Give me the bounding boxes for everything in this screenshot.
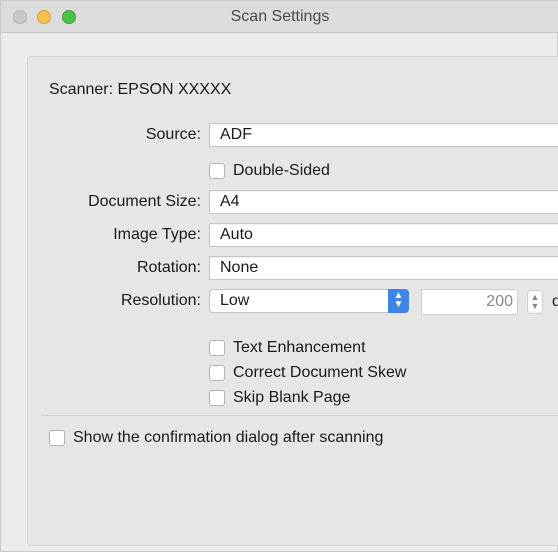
image-type-select[interactable]: Auto (209, 223, 558, 247)
resolution-value: Low (220, 292, 250, 309)
scan-settings-window: Scan Settings Scanner: EPSON XXXXX Sourc… (0, 0, 558, 552)
document-size-label: Document Size: (88, 193, 201, 210)
skip-blank-page-checkbox[interactable] (209, 390, 225, 406)
rotation-select[interactable]: None (209, 256, 558, 280)
document-size-select[interactable]: A4 (209, 190, 558, 214)
correct-document-skew-label: Correct Document Skew (233, 364, 407, 381)
divider (41, 415, 558, 416)
skip-blank-page-label: Skip Blank Page (233, 389, 351, 406)
text-enhancement-checkbox[interactable] (209, 340, 225, 356)
resolution-label: Resolution: (120, 292, 201, 309)
resolution-select[interactable]: Low ▲ ▼ (209, 289, 409, 313)
rotation-label: Rotation: (136, 259, 201, 276)
chevron-up-down-icon: ▲ ▼ (388, 289, 409, 313)
window-title: Scan Settings (230, 8, 330, 25)
text-enhancement-option[interactable]: Text Enhancement (209, 339, 366, 357)
confirmation-dialog-option[interactable]: Show the confirmation dialog after scann… (49, 429, 383, 447)
double-sided-label: Double-Sided (233, 162, 330, 179)
stepper-icon[interactable]: ▲ ▼ (527, 290, 543, 314)
source-select[interactable]: ADF (209, 123, 558, 147)
correct-document-skew-checkbox[interactable] (209, 365, 225, 381)
source-label: Source: (145, 126, 201, 143)
double-sided-option[interactable]: Double-Sided (209, 162, 330, 180)
skip-blank-page-option[interactable]: Skip Blank Page (209, 389, 350, 407)
confirmation-dialog-checkbox[interactable] (49, 430, 65, 446)
title-bar[interactable]: Scan Settings (1, 1, 558, 33)
image-type-label: Image Type: (113, 226, 201, 243)
text-enhancement-label: Text Enhancement (233, 339, 366, 356)
resolution-unit-label: d (552, 293, 558, 310)
resolution-dpi-field[interactable]: 200 (421, 289, 518, 315)
correct-document-skew-option[interactable]: Correct Document Skew (209, 364, 406, 382)
confirmation-dialog-label: Show the confirmation dialog after scann… (73, 429, 384, 446)
scanner-name: Scanner: EPSON XXXXX (49, 81, 232, 98)
double-sided-checkbox[interactable] (209, 163, 225, 179)
